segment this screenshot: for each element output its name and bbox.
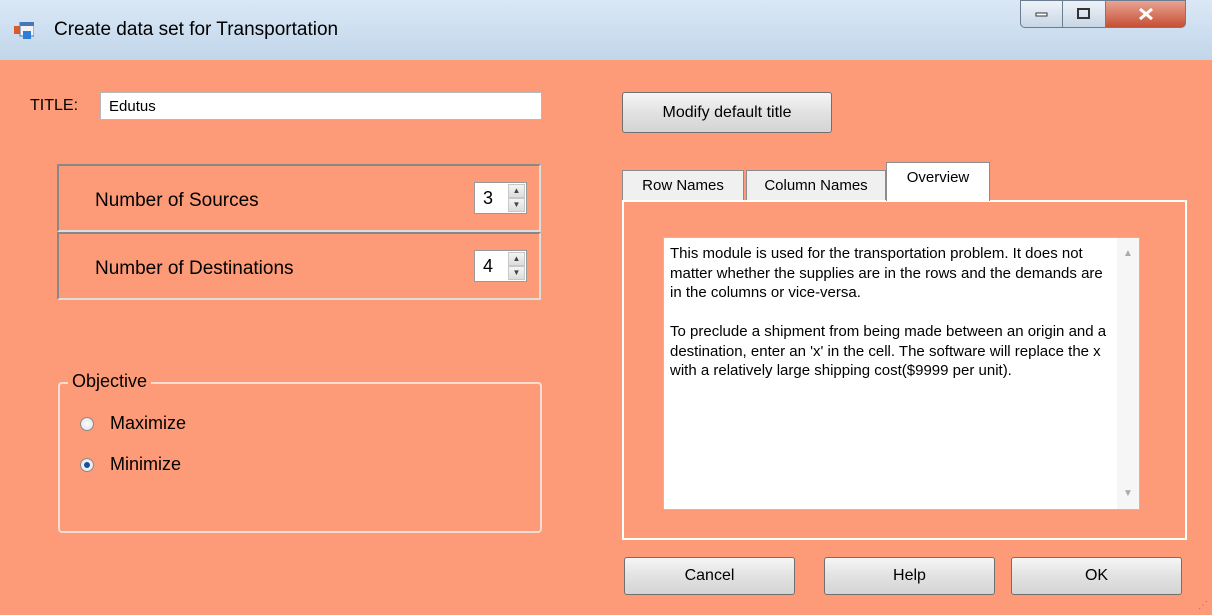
maximize-icon <box>1077 8 1090 19</box>
scroll-down-icon[interactable]: ▼ <box>1123 488 1133 499</box>
objective-legend: Objective <box>68 371 152 392</box>
destinations-panel: Number of Destinations 4 ▲ ▼ <box>57 232 541 300</box>
dialog-window: Create data set for Transportation TITLE… <box>0 0 1212 615</box>
sources-value[interactable]: 3 <box>483 188 493 209</box>
cancel-button[interactable]: Cancel <box>624 557 795 595</box>
minimize-radio[interactable]: Minimize <box>80 454 181 475</box>
destinations-up-arrow-icon[interactable]: ▲ <box>508 252 525 266</box>
title-bar: Create data set for Transportation <box>0 0 1212 60</box>
scroll-up-icon[interactable]: ▲ <box>1123 248 1133 259</box>
modify-title-button[interactable]: Modify default title <box>622 92 832 133</box>
sources-stepper[interactable]: 3 ▲ ▼ <box>474 182 527 214</box>
destinations-stepper[interactable]: 4 ▲ ▼ <box>474 250 527 282</box>
sources-panel: Number of Sources 3 ▲ ▼ <box>57 164 541 232</box>
destinations-label: Number of Destinations <box>95 258 294 279</box>
ok-button[interactable]: OK <box>1011 557 1182 595</box>
title-input[interactable]: Edutus <box>100 92 542 120</box>
maximize-button[interactable] <box>1063 0 1106 28</box>
window-title: Create data set for Transportation <box>54 19 339 40</box>
resize-grip-icon[interactable]: ⋰ <box>1198 600 1208 611</box>
overview-text: This module is used for the transportati… <box>670 245 1107 379</box>
radio-unchecked-icon[interactable] <box>80 416 94 431</box>
destinations-value[interactable]: 4 <box>483 256 493 277</box>
overview-textbox[interactable]: This module is used for the transportati… <box>663 237 1140 510</box>
minimize-icon <box>1035 12 1047 17</box>
minimize-label: Minimize <box>110 454 182 474</box>
minimize-button[interactable] <box>1020 0 1063 28</box>
close-icon <box>1138 7 1153 21</box>
vertical-scrollbar[interactable]: ▲ ▼ <box>1117 238 1139 509</box>
tab-row-names[interactable]: Row Names <box>622 170 744 200</box>
sources-label: Number of Sources <box>95 190 259 211</box>
tab-overview[interactable]: Overview <box>886 162 990 201</box>
maximize-radio[interactable]: Maximize <box>80 413 186 434</box>
app-icon <box>14 22 34 39</box>
help-button[interactable]: Help <box>824 557 995 595</box>
destinations-down-arrow-icon[interactable]: ▼ <box>508 266 525 280</box>
tab-column-names[interactable]: Column Names <box>746 170 886 200</box>
sources-down-arrow-icon[interactable]: ▼ <box>508 198 525 212</box>
close-button[interactable] <box>1106 0 1186 28</box>
title-label: TITLE: <box>30 97 79 114</box>
maximize-label: Maximize <box>110 413 187 433</box>
sources-up-arrow-icon[interactable]: ▲ <box>508 184 525 198</box>
radio-checked-icon[interactable] <box>80 457 94 472</box>
